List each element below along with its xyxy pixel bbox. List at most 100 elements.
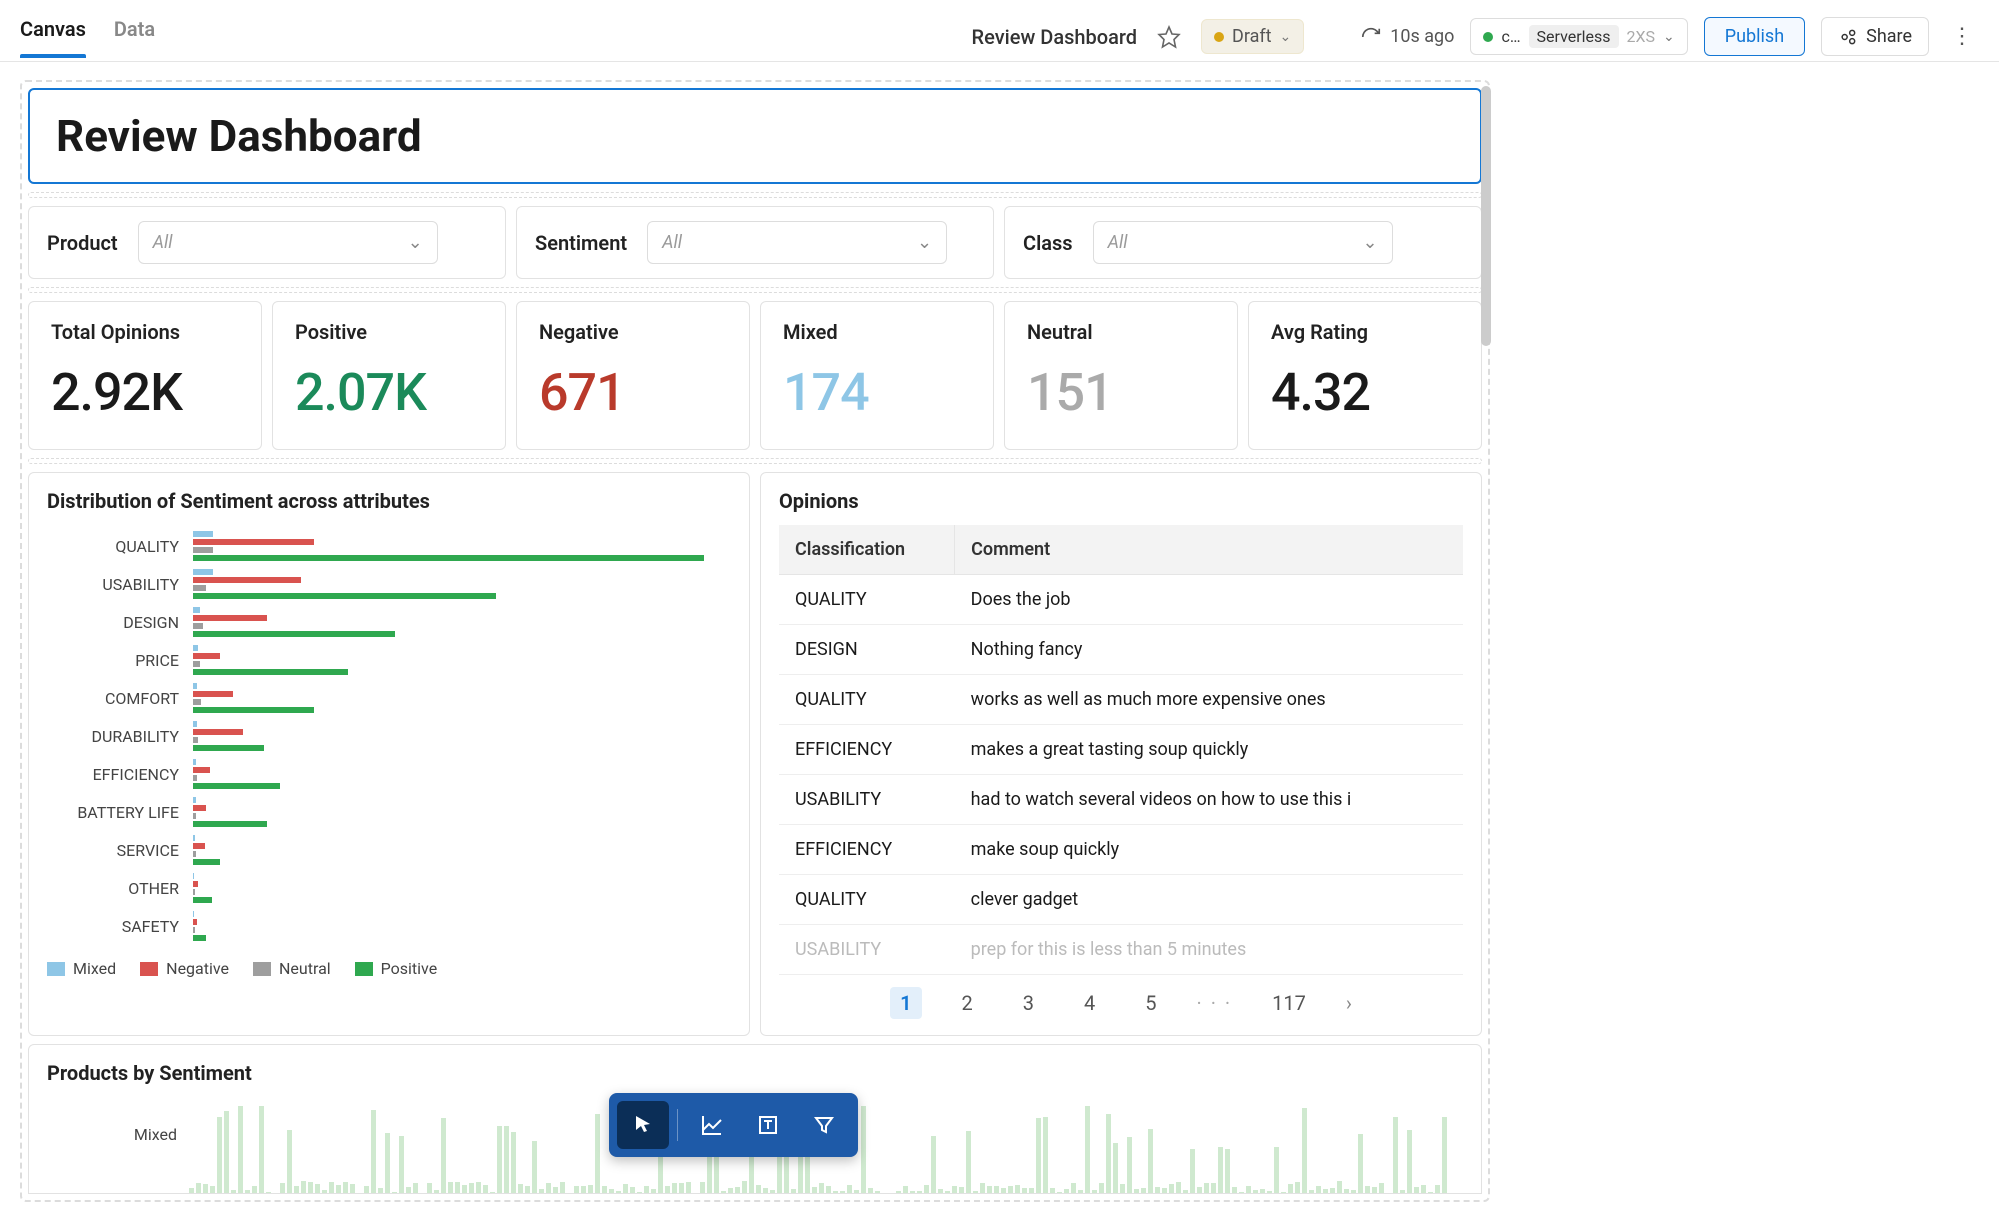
pager-page[interactable]: 117: [1262, 987, 1316, 1019]
share-button[interactable]: Share: [1821, 17, 1929, 56]
bar-row: DESIGN: [47, 607, 731, 637]
filter-card[interactable]: Class All ⌄: [1004, 206, 1482, 279]
tool-text-button[interactable]: [742, 1101, 794, 1149]
tool-cursor-button[interactable]: [617, 1101, 669, 1149]
mini-bar: [931, 1136, 936, 1193]
legend-item[interactable]: Mixed: [47, 959, 116, 978]
table-col-comment[interactable]: Comment: [955, 525, 1463, 575]
mini-bar: [595, 1114, 600, 1193]
filter-card[interactable]: Sentiment All ⌄: [516, 206, 994, 279]
title-widget[interactable]: Review Dashboard: [28, 88, 1482, 184]
publish-button[interactable]: Publish: [1704, 17, 1805, 56]
cell-classification: EFFICIENCY: [779, 825, 955, 875]
table-widget[interactable]: Opinions Classification Comment QUALITYD…: [760, 472, 1482, 1036]
metric-card[interactable]: Negative 671: [516, 301, 750, 450]
pager-page[interactable]: 4: [1074, 987, 1105, 1019]
mini-bar: [350, 1184, 355, 1193]
filter-card[interactable]: Product All ⌄: [28, 206, 506, 279]
legend-item[interactable]: Positive: [355, 959, 438, 978]
chart-widget[interactable]: Distribution of Sentiment across attribu…: [28, 472, 750, 1036]
mini-bar: [735, 1187, 740, 1193]
legend-swatch: [47, 962, 65, 976]
star-icon[interactable]: [1153, 21, 1185, 53]
mini-bar: [406, 1187, 411, 1193]
status-dropdown[interactable]: Draft ⌄: [1201, 19, 1304, 54]
mini-bar: [1295, 1182, 1300, 1193]
tool-filter-button[interactable]: [798, 1101, 850, 1149]
bar-segment: [193, 555, 704, 561]
mini-bar: [581, 1186, 586, 1193]
filter-select[interactable]: All ⌄: [1093, 221, 1393, 264]
filter-select[interactable]: All ⌄: [138, 221, 438, 264]
mini-bar: [322, 1190, 327, 1193]
table-row[interactable]: USABILITYhad to watch several videos on …: [779, 775, 1463, 825]
pager-page[interactable]: 2: [952, 987, 983, 1019]
tab-canvas[interactable]: Canvas: [20, 17, 86, 57]
tab-data[interactable]: Data: [114, 17, 155, 57]
metric-card[interactable]: Mixed 174: [760, 301, 994, 450]
mini-bar: [1190, 1149, 1195, 1193]
mini-bar: [1253, 1190, 1258, 1193]
table-row[interactable]: QUALITYDoes the job: [779, 575, 1463, 625]
more-menu-icon[interactable]: ⋮: [1945, 18, 1979, 55]
pager-page[interactable]: 1: [890, 987, 921, 1019]
mini-bar: [532, 1141, 537, 1193]
mini-bar: [1127, 1137, 1132, 1193]
bar-segment: [193, 927, 195, 933]
bar-row: EFFICIENCY: [47, 759, 731, 789]
table-row[interactable]: USABILITYprep for this is less than 5 mi…: [779, 925, 1463, 975]
mini-bar: [560, 1182, 565, 1193]
mini-bar: [910, 1191, 915, 1193]
mini-bar: [1071, 1183, 1076, 1193]
filter-label: Class: [1023, 231, 1073, 255]
table-row[interactable]: EFFICIENCYmake soup quickly: [779, 825, 1463, 875]
bar-segment: [193, 889, 195, 895]
mini-bar: [469, 1183, 474, 1193]
mini-bar: [448, 1182, 453, 1193]
table-row[interactable]: EFFICIENCYmakes a great tasting soup qui…: [779, 725, 1463, 775]
table-row[interactable]: QUALITYworks as well as much more expens…: [779, 675, 1463, 725]
metric-card[interactable]: Total Opinions 2.92K: [28, 301, 262, 450]
mini-bar: [294, 1186, 299, 1193]
tool-chart-button[interactable]: [686, 1101, 738, 1149]
bar-segment: [193, 835, 195, 841]
bar-segment: [193, 881, 198, 887]
bottom-chart-widget[interactable]: Products by Sentiment Mixed: [28, 1044, 1482, 1194]
metric-label: Neutral: [1027, 320, 1215, 344]
scrollbar[interactable]: [1481, 86, 1491, 346]
mini-bar: [987, 1186, 992, 1193]
mini-bar: [602, 1186, 607, 1193]
cell-comment: Nothing fancy: [955, 625, 1463, 675]
metric-value: 671: [539, 362, 727, 423]
mini-bar: [1106, 1114, 1111, 1193]
bar-segment: [193, 593, 496, 599]
refresh-icon[interactable]: [1360, 26, 1382, 48]
bar-category-label: DESIGN: [47, 613, 187, 632]
floating-toolbar[interactable]: [609, 1093, 858, 1157]
mini-bar: [1120, 1184, 1125, 1193]
metric-card[interactable]: Positive 2.07K: [272, 301, 506, 450]
mini-bar: [1197, 1187, 1202, 1193]
mini-bar: [490, 1192, 495, 1193]
bar-segment: [193, 919, 197, 925]
bar-segment: [193, 745, 264, 751]
divider: [28, 287, 1482, 293]
metric-card[interactable]: Neutral 151: [1004, 301, 1238, 450]
metric-card[interactable]: Avg Rating 4.32: [1248, 301, 1482, 450]
pager-next-icon[interactable]: ›: [1346, 991, 1352, 1015]
mini-bar: [1141, 1188, 1146, 1193]
bar-segment: [193, 531, 213, 537]
table-row[interactable]: DESIGNNothing fancy: [779, 625, 1463, 675]
pager-page[interactable]: 3: [1013, 987, 1044, 1019]
compute-dropdown[interactable]: c… Serverless 2XS ⌄: [1470, 18, 1687, 55]
canvas-area[interactable]: Review Dashboard Product All ⌄ Sentiment…: [20, 80, 1490, 1202]
legend-item[interactable]: Neutral: [253, 959, 331, 978]
table-col-classification[interactable]: Classification: [779, 525, 955, 575]
mini-bar: [1064, 1189, 1069, 1193]
mini-bar: [630, 1187, 635, 1193]
filter-select[interactable]: All ⌄: [647, 221, 947, 264]
cell-comment: Does the job: [955, 575, 1463, 625]
legend-item[interactable]: Negative: [140, 959, 229, 978]
table-row[interactable]: QUALITYclever gadget: [779, 875, 1463, 925]
pager-page[interactable]: 5: [1135, 987, 1166, 1019]
